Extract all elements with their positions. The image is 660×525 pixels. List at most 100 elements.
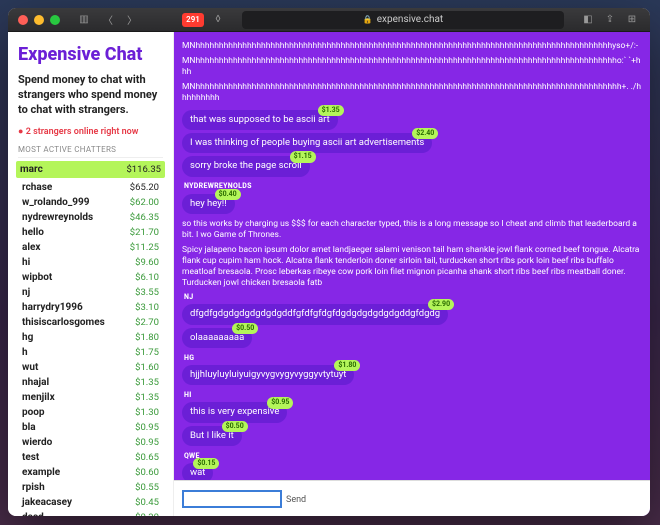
chatter-name: poop (22, 407, 45, 418)
chatter-name: hi (22, 257, 30, 268)
content: Expensive Chat Spend money to chat with … (8, 32, 650, 516)
chatter-row[interactable]: hello $21.70 (18, 225, 163, 240)
chatter-row[interactable]: nydrewreynolds$46.35 (18, 210, 163, 225)
chatter-name: rpish (22, 482, 45, 493)
chatter-row[interactable]: nhajal $1.35 (18, 375, 163, 390)
chatter-row[interactable]: wierdo $0.95 (18, 435, 163, 450)
chatter-amount: $0.95 (135, 437, 159, 448)
chatter-amount: $3.10 (135, 302, 159, 313)
zoom-window-button[interactable] (50, 15, 60, 25)
price-badge: $2.90 (428, 299, 454, 310)
chatter-amount: $65.20 (130, 182, 159, 193)
traffic-lights (18, 15, 60, 25)
chatters-list: marc$116.35 rchase $65.20 w_rolando_999$62.… (18, 161, 163, 516)
chatter-row[interactable]: nj$3.55 (18, 285, 163, 300)
chatter-row[interactable]: w_rolando_999$62.00 (18, 195, 163, 210)
chatter-name: marc (20, 164, 43, 175)
chatter-row[interactable]: rchase $65.20 (18, 180, 163, 195)
tabs-icon[interactable]: ⊞ (624, 12, 640, 28)
chatter-amount: $9.60 (135, 257, 159, 268)
forward-button[interactable]: 〉 (124, 12, 140, 28)
chat-scroll[interactable]: MNhhhhhhhhhhhhhhhhhhhhhhhhhhhhhhhhhhhhhh… (174, 32, 650, 480)
back-button[interactable]: 〈 (100, 12, 116, 28)
chatter-row[interactable]: example$0.60 (18, 465, 163, 480)
chatter-row[interactable]: marc$116.35 (16, 161, 165, 178)
chatter-name: h (22, 347, 28, 358)
chatter-name: nhajal (22, 377, 49, 388)
chatter-amount: $0.30 (135, 512, 159, 516)
chat-bubble: wat$0.15 (182, 463, 213, 479)
long-message: so this works by charging us $$$ for eac… (182, 219, 642, 241)
address-bar[interactable]: 🔒 expensive.chat (242, 11, 564, 29)
price-badge: $0.50 (222, 421, 248, 432)
url-host: expensive.chat (377, 14, 443, 25)
chatter-amount: $0.45 (135, 497, 159, 508)
chatter-row[interactable]: jakeacasey $0.45 (18, 495, 163, 510)
price-badge: $0.40 (215, 189, 241, 200)
chatter-row[interactable]: menjilx$1.35 (18, 390, 163, 405)
chat-author: NJ (184, 293, 642, 301)
section-label: MOST ACTIVE CHATTERS (18, 145, 163, 158)
chatter-amount: $11.25 (130, 242, 159, 253)
chatter-amount: $1.80 (135, 332, 159, 343)
chatter-amount: $21.70 (130, 227, 159, 238)
chat-bubble: that was supposed to be ascii art$1.35 (182, 110, 338, 130)
lock-icon: 🔒 (363, 15, 373, 24)
sidebar-toggle-icon[interactable]: ▥ (76, 12, 92, 28)
price-badge: $2.40 (412, 128, 438, 139)
chat-author: QWE (184, 452, 642, 460)
chatter-name: nj (22, 287, 30, 298)
ascii-block: MNhhhhhhhhhhhhhhhhhhhhhhhhhhhhhhhhhhhhhh… (182, 82, 642, 104)
notification-badge[interactable]: 291 (182, 13, 204, 27)
chat-bubble: sorry broke the page scroll$1.15 (182, 156, 310, 176)
bubble-text: this is very expensive (190, 406, 279, 417)
chatter-name: bla (22, 422, 36, 433)
price-badge: $0.50 (232, 323, 258, 334)
chatter-amount: $1.30 (135, 407, 159, 418)
chatter-row[interactable]: harrydry1996$3.10 (18, 300, 163, 315)
bubble-text: hjjhluyluyluiyuigyvygvygyvyggyvtytuyt (190, 369, 346, 380)
chat-author: HI (184, 391, 642, 399)
chatter-name: jakeacasey (22, 497, 72, 508)
site-title: Expensive Chat (18, 44, 163, 65)
chatter-name: thisiscarlosgomes (22, 317, 105, 328)
message-input[interactable] (182, 490, 282, 508)
bubble-text: sorry broke the page scroll (190, 160, 302, 171)
chatter-row[interactable]: wut$1.60 (18, 360, 163, 375)
chat-bubble: dfgdfgdgdgdgdgdgdgddfgfdfgfdgfdgdgdgdgdg… (182, 304, 448, 324)
chatter-name: rchase (22, 182, 52, 193)
chatter-name: hello (22, 227, 44, 238)
price-badge: $1.80 (334, 360, 360, 371)
send-button[interactable]: Send (286, 495, 306, 505)
chatter-row[interactable]: thisiscarlosgomes $2.70 (18, 315, 163, 330)
chatter-row[interactable]: alex$11.25 (18, 240, 163, 255)
chatter-amount: $2.70 (135, 317, 159, 328)
chatter-name: test (22, 452, 39, 463)
bubble-text: that was supposed to be ascii art (190, 114, 330, 125)
chatter-row[interactable]: bla $0.95 (18, 420, 163, 435)
shield-icon[interactable]: ◊ (210, 12, 226, 28)
ascii-block: MNhhhhhhhhhhhhhhhhhhhhhhhhhhhhhhhhhhhhhh… (182, 56, 642, 78)
chatter-row[interactable]: hi $9.60 (18, 255, 163, 270)
long-message: Spicy jalapeno bacon ipsum dolor amet la… (182, 245, 642, 289)
minimize-window-button[interactable] (34, 15, 44, 25)
chatter-row[interactable]: rpish$0.55 (18, 480, 163, 495)
chatter-row[interactable]: dasd$0.30 (18, 510, 163, 516)
chatter-name: wipbot (22, 272, 52, 283)
chatter-row[interactable]: poop $1.30 (18, 405, 163, 420)
chatter-row[interactable]: h$1.75 (18, 345, 163, 360)
chatter-row[interactable]: wipbot$6.10 (18, 270, 163, 285)
tagline: Spend money to chat with strangers who s… (18, 73, 163, 118)
reader-icon[interactable]: ◧ (580, 12, 596, 28)
share-icon[interactable]: ⇪ (602, 12, 618, 28)
chatter-name: wierdo (22, 437, 52, 448)
price-badge: $1.15 (290, 151, 316, 162)
chatter-row[interactable]: test$0.65 (18, 450, 163, 465)
chat-main: MNhhhhhhhhhhhhhhhhhhhhhhhhhhhhhhhhhhhhhh… (174, 32, 650, 516)
online-count: 2 strangers online right now (18, 126, 163, 137)
chatter-row[interactable]: hg$1.80 (18, 330, 163, 345)
chatter-amount: $1.35 (135, 377, 159, 388)
chatter-amount: $0.95 (135, 422, 159, 433)
close-window-button[interactable] (18, 15, 28, 25)
chat-bubble: I was thinking of people buying ascii ar… (182, 133, 432, 153)
